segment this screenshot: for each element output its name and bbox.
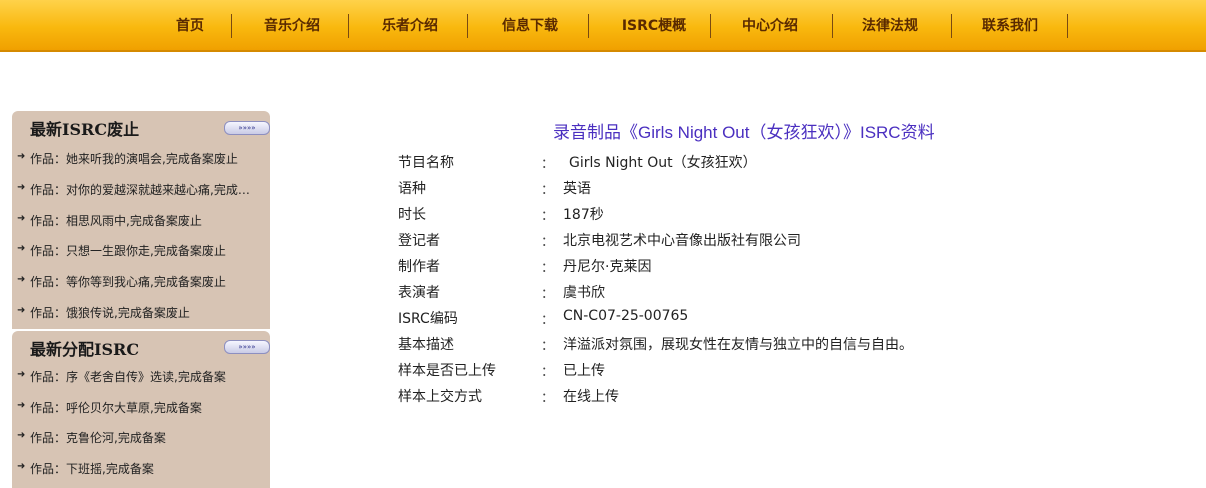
nav-music-intro[interactable]: 音乐介绍 [250,0,334,50]
field-value-title: Girls Night Out（女孩狂欢） [569,155,757,171]
field-value-isrc-code: CN-C07-25-00765 [563,308,689,324]
field-value-duration: 187秒 [563,207,604,223]
field-value-sample-uploaded: 已上传 [563,363,605,379]
nav-divider [832,14,833,38]
list-item[interactable]: 作品：序《老舍自传》选读,完成备案 [30,368,252,385]
arrow-icon: ➜ [17,461,26,472]
field-value-description: 洋溢派对氛围，展现女性在友情与独立中的自信与自由。 [563,337,913,353]
arrow-icon: ➜ [17,430,26,441]
list-item[interactable]: 作品：等你等到我心痛,完成备案废止 [30,273,252,290]
field-colon: ： [541,157,555,172]
field-value-producer: 丹尼尔·克莱因 [563,259,652,275]
nav-divider [588,14,589,38]
field-colon: ： [541,313,555,328]
field-label: 节目名称 [398,155,454,171]
arrow-icon: ➜ [17,151,26,162]
nav-center-intro[interactable]: 中心介绍 [728,0,812,50]
more-button[interactable]: »»»» [224,121,270,135]
field-label: 样本上交方式 [398,389,482,405]
nav-isrc-overview[interactable]: ISRC梗概 [606,0,702,50]
nav-divider [467,14,468,38]
list-item[interactable]: 作品：呼伦贝尔大草原,完成备案 [30,399,252,416]
nav-download[interactable]: 信息下载 [488,0,572,50]
panel-title: 最新分配ISRC [30,340,140,359]
arrow-icon: ➜ [17,213,26,224]
arrow-icon: ➜ [17,182,26,193]
field-label: 登记者 [398,233,440,249]
field-label: 制作者 [398,259,440,275]
list-item[interactable]: 作品：饿狼传说,完成备案废止 [30,304,252,321]
more-button[interactable]: »»»» [224,340,270,354]
field-value-performer: 虞书欣 [563,285,605,301]
field-colon: ： [541,209,555,224]
top-nav: 首页 音乐介绍 乐者介绍 信息下载 ISRC梗概 中心介绍 法律法规 联系我们 [0,0,1206,52]
field-label: 表演者 [398,285,440,301]
list-item[interactable]: 作品：只想一生跟你走,完成备案废止 [30,242,252,259]
field-label: 时长 [398,207,426,223]
field-colon: ： [541,287,555,302]
arrow-icon: ➜ [17,400,26,411]
field-colon: ： [541,339,555,354]
nav-divider [951,14,952,38]
arrow-icon: ➜ [17,274,26,285]
field-value-language: 英语 [563,181,591,197]
field-label: 样本是否已上传 [398,363,496,379]
field-label: 基本描述 [398,337,454,353]
list-item[interactable]: 作品：下班摇,完成备案 [30,460,252,477]
list-item[interactable]: 作品：相思风雨中,完成备案废止 [30,212,252,229]
nav-divider [348,14,349,38]
list-item[interactable]: 作品：对你的爱越深就越来越心痛,完成备案废止 [30,181,252,198]
nav-divider [1067,14,1068,38]
panel-title: 最新ISRC废止 [30,120,140,139]
field-value-submit-method: 在线上传 [563,389,619,405]
field-label: ISRC编码 [398,311,458,327]
field-label: 语种 [398,181,426,197]
nav-artist-intro[interactable]: 乐者介绍 [368,0,452,50]
arrow-icon: ➜ [17,305,26,316]
field-colon: ： [541,183,555,198]
nav-home[interactable]: 首页 [160,0,220,50]
nav-laws[interactable]: 法律法规 [848,0,932,50]
field-value-registrant: 北京电视艺术中心音像出版社有限公司 [563,233,801,249]
nav-contact[interactable]: 联系我们 [968,0,1052,50]
field-colon: ： [541,365,555,380]
nav-divider [710,14,711,38]
field-colon: ： [541,261,555,276]
page-title: 录音制品《Girls Night Out（女孩狂欢）》ISRC资料 [553,123,935,142]
field-colon: ： [541,235,555,250]
arrow-icon: ➜ [17,369,26,380]
list-item[interactable]: 作品：她来听我的演唱会,完成备案废止 [30,150,252,167]
field-colon: ： [541,391,555,406]
nav-divider [231,14,232,38]
list-item[interactable]: 作品：克鲁伦河,完成备案 [30,429,252,446]
arrow-icon: ➜ [17,243,26,254]
